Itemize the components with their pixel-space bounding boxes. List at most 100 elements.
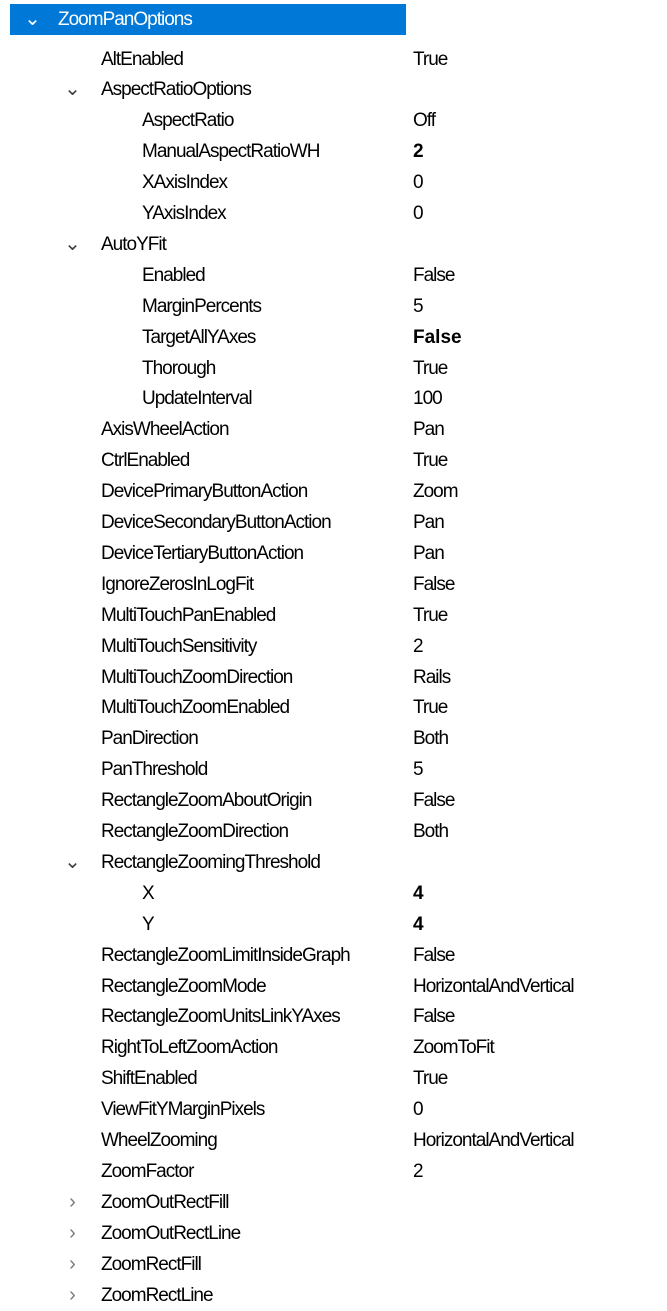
tree-row[interactable]: YAxisIndex 0 [0,198,667,229]
tree-row[interactable]: AxisWheelAction Pan [0,414,667,445]
property-value[interactable]: False [413,260,455,291]
tree-row[interactable]: DevicePrimaryButtonAction Zoom [0,476,667,507]
property-value[interactable]: 4 [413,909,424,940]
tree-row[interactable]: RectangleZoomMode HorizontalAndVertical [0,971,667,1002]
tree-row[interactable]: MultiTouchSensitivity 2 [0,631,667,662]
property-value[interactable]: 4 [413,878,424,909]
chevron-down-icon[interactable]: ⌄ [62,229,82,260]
property-value[interactable]: True [413,1063,448,1094]
property-value[interactable]: 2 [413,1156,424,1187]
tree-row[interactable]: ZoomFactor 2 [0,1156,667,1187]
property-name: ZoomOutRectLine [101,1222,241,1244]
tree-row[interactable]: › ZoomRectLine [0,1280,667,1311]
chevron-right-icon[interactable]: › [62,1280,82,1311]
tree-row[interactable]: IgnoreZerosInLogFit False [0,569,667,600]
property-value[interactable]: 2 [413,136,424,167]
tree-row[interactable]: MultiTouchZoomDirection Rails [0,662,667,693]
property-value[interactable]: False [413,1001,455,1032]
property-value[interactable]: 0 [413,167,424,198]
property-value[interactable]: Rails [413,662,451,693]
property-name: Thorough [142,357,216,379]
tree-row[interactable]: AspectRatio Off [0,105,667,136]
tree-row[interactable]: › ZoomOutRectFill [0,1187,667,1218]
property-name: RectangleZoomDirection [101,821,289,842]
tree-row[interactable]: MultiTouchPanEnabled True [0,600,667,631]
chevron-down-icon[interactable]: ⌄ [22,4,42,35]
tree-row[interactable]: ViewFitYMarginPixels 0 [0,1094,667,1125]
tree-row-label: ZoomPanOptions [58,9,193,30]
tree-row[interactable]: Y4 [0,909,667,940]
tree-row[interactable]: DeviceTertiaryButtonAction Pan [0,538,667,569]
tree-row[interactable]: › ZoomOutRectLine [0,1218,667,1249]
property-name: MultiTouchSensitivity [101,635,257,657]
chevron-right-icon[interactable]: › [62,1218,82,1249]
tree-row[interactable]: ShiftEnabled True [0,1063,667,1094]
chevron-right-icon[interactable]: › [62,1187,82,1218]
property-value[interactable]: True [413,353,448,384]
property-value[interactable]: Pan [413,507,445,538]
tree-row[interactable]: UpdateInterval 100 [0,383,667,414]
property-value[interactable]: False [413,785,455,816]
property-value[interactable]: 0 [413,198,424,229]
tree-row[interactable]: TargetAllYAxes False [0,322,667,353]
tree-row[interactable]: WheelZooming HorizontalAndVertical [0,1125,667,1156]
tree-row-zoompanoptions[interactable]: ⌄ ZoomPanOptions [0,4,667,35]
tree-row[interactable]: PanDirection Both [0,723,667,754]
property-value[interactable]: True [413,600,448,631]
tree-row[interactable]: ManualAspectRatioWH 2 [0,136,667,167]
tree-row[interactable]: MarginPercents 5 [0,291,667,322]
property-value[interactable]: False [413,322,462,353]
property-value[interactable]: Zoom [413,476,459,507]
property-name: DevicePrimaryButtonAction [101,481,308,503]
tree-row[interactable]: › ZoomRectFill [0,1249,667,1280]
property-value[interactable]: True [413,692,448,723]
tree-row[interactable]: XAxisIndex 0 [0,167,667,198]
property-value[interactable]: 5 [413,291,424,322]
tree-row[interactable]: AltEnabled True [0,44,667,75]
property-value[interactable]: 5 [413,754,424,785]
property-name: WheelZooming [101,1130,218,1151]
property-name: AspectRatioOptions [101,79,252,101]
tree-row[interactable]: Thorough True [0,353,667,384]
property-name: Enabled [142,264,206,286]
tree-row[interactable]: RectangleZoomAboutOrigin False [0,785,667,816]
property-value[interactable]: ZoomToFit [413,1032,495,1063]
property-value[interactable]: True [413,44,448,75]
chevron-right-icon[interactable]: › [62,1249,82,1280]
tree-row[interactable]: RectangleZoomDirection Both [0,816,667,847]
tree-row[interactable]: ⌄ AspectRatioOptions [0,74,667,105]
property-value[interactable]: Both [413,816,449,847]
tree-row[interactable]: CtrlEnabled True [0,445,667,476]
tree-row[interactable]: RightToLeftZoomAction ZoomToFit [0,1032,667,1063]
property-value[interactable]: 0 [413,1094,424,1125]
property-value[interactable]: Pan [413,414,445,445]
chevron-down-icon[interactable]: ⌄ [62,847,82,878]
property-name: ZoomRectLine [101,1284,214,1306]
property-value[interactable]: False [413,940,455,971]
property-value[interactable]: 100 [413,383,443,414]
tree-row[interactable]: X4 [0,878,667,909]
tree-row[interactable]: MultiTouchZoomEnabled True [0,692,667,723]
property-value[interactable]: HorizontalAndVertical [413,971,575,1002]
property-value[interactable]: Off [413,105,436,136]
property-name: XAxisIndex [142,172,228,194]
tree-row[interactable]: ⌄ RectangleZoomingThreshold [0,847,667,878]
property-value[interactable]: 2 [413,631,424,662]
property-name: TargetAllYAxes [142,326,256,348]
property-value[interactable]: HorizontalAndVertical [413,1125,575,1156]
chevron-down-icon[interactable]: ⌄ [62,74,82,105]
property-name: RightToLeftZoomAction [101,1037,278,1059]
tree-row[interactable]: PanThreshold 5 [0,754,667,785]
property-value[interactable]: True [413,445,448,476]
property-value[interactable]: Pan [413,538,445,569]
tree-row[interactable]: ⌄ AutoYFit [0,229,667,260]
tree-row[interactable]: DeviceSecondaryButtonAction Pan [0,507,667,538]
property-value[interactable]: False [413,569,455,600]
property-name: PanDirection [101,728,199,750]
property-value[interactable]: Both [413,723,449,754]
tree-row[interactable]: Enabled False [0,260,667,291]
property-name: PanThreshold [101,759,208,781]
tree-row[interactable]: RectangleZoomLimitInsideGraph False [0,940,667,971]
tree-row[interactable]: RectangleZoomUnitsLinkYAxes False [0,1001,667,1032]
property-name: CtrlEnabled [101,450,190,472]
